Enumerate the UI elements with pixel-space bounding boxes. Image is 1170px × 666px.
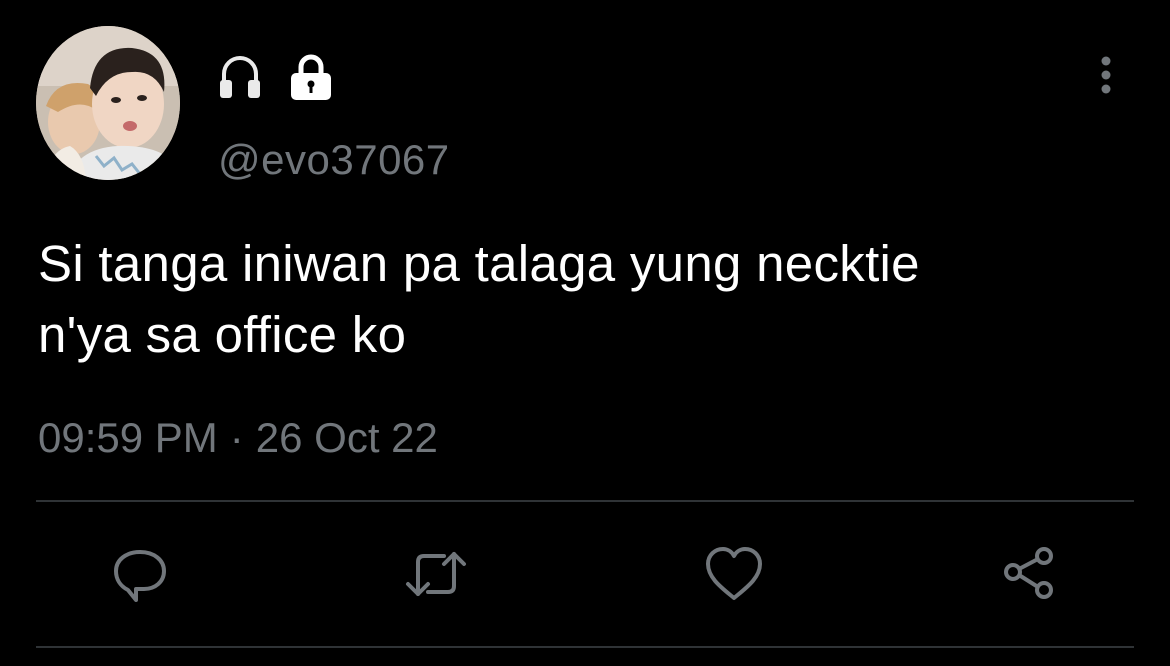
more-options-icon[interactable] (1092, 56, 1120, 96)
like-icon (706, 547, 762, 600)
tweet-text-line: Si tanga iniwan pa talaga yung necktie (38, 235, 920, 292)
tweet-date: 26 Oct 22 (255, 414, 438, 461)
tweet-timestamp[interactable]: 09:59 PM · 26 Oct 22 (38, 414, 438, 462)
share-icon (1004, 547, 1053, 599)
user-handle[interactable]: @evo37067 (218, 136, 450, 184)
avatar-photo (36, 26, 180, 180)
headphones-icon (218, 52, 262, 107)
lock-icon (288, 52, 334, 107)
like-button[interactable] (704, 544, 764, 604)
avatar[interactable] (36, 26, 180, 180)
share-button[interactable] (1000, 544, 1060, 604)
reply-button[interactable] (110, 544, 170, 604)
tweet-text: Si tanga iniwan pa talaga yung necktie n… (38, 228, 1148, 370)
name-row (218, 52, 334, 107)
divider (36, 500, 1134, 502)
tweet-text-line: n'ya sa office ko (38, 306, 407, 363)
reply-icon (114, 550, 166, 602)
retweet-icon (406, 552, 466, 596)
tweet-time: 09:59 PM (38, 414, 218, 461)
retweet-button[interactable] (404, 544, 466, 604)
meta-separator: · (229, 414, 244, 461)
divider (36, 646, 1134, 648)
